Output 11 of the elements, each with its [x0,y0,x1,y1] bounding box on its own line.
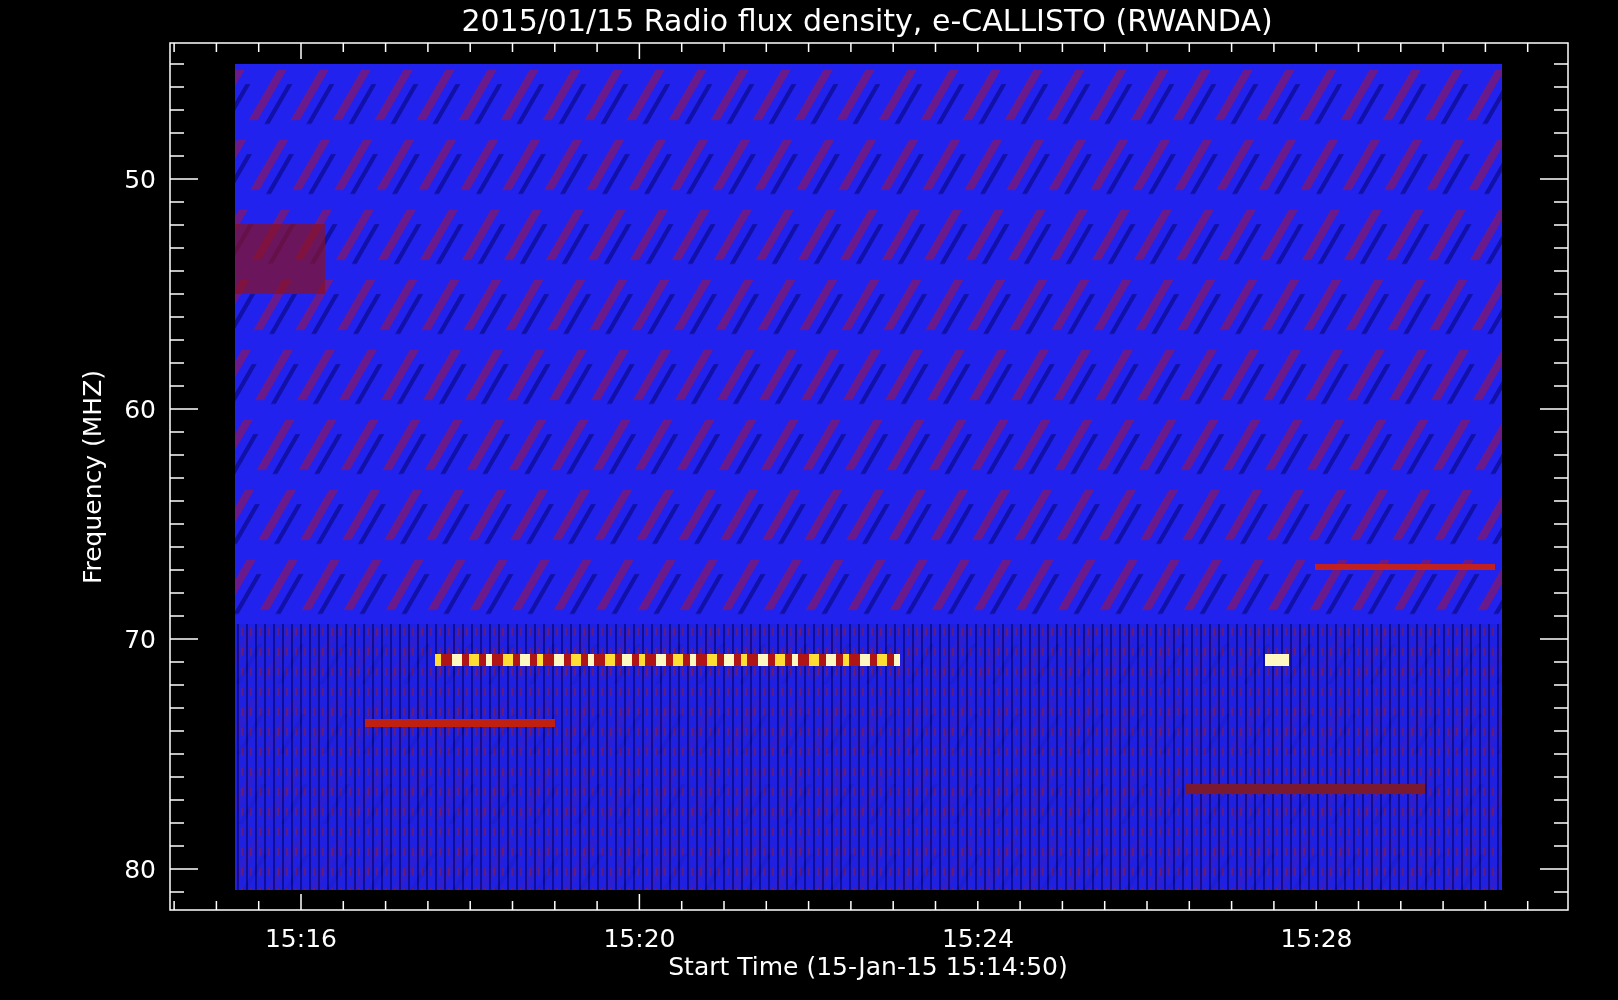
tick-label: 15:24 [942,924,1014,953]
tick-label: 15:28 [1280,924,1353,953]
axis-label: Start Time (15-Jan-15 15:14:50) [668,952,1068,981]
tick-label: 70 [124,625,156,654]
chart-title: 2015/01/15 Radio flux density, e-CALLISTO (RWANDA) [461,3,1273,38]
tick-label: 15:16 [265,924,337,953]
tick-label: 60 [124,395,156,424]
tick-label: 50 [124,165,156,194]
tick-label: 80 [124,855,156,884]
tick-label: 15:20 [603,924,676,953]
axis-label: Frequency (MHZ) [78,369,107,585]
